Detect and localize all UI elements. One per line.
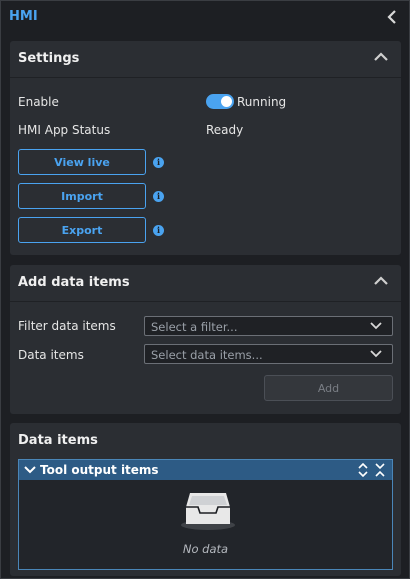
expand-group-button[interactable] [24,464,36,478]
empty-state-text: No data [182,542,229,556]
top-bar: HMI [1,1,409,34]
collapse-settings-button[interactable] [373,51,389,63]
data-items-placeholder: Select data items... [151,348,263,362]
data-items-label: Data items [18,348,84,362]
chevron-down-icon [370,322,382,330]
add-data-items-header[interactable]: Add data items [10,265,401,302]
data-items-title: Data items [18,433,98,448]
enable-state: Running [237,95,287,109]
view-live-info-icon[interactable]: i [153,157,164,168]
chevron-up-icon [374,276,388,285]
chevron-down-icon [370,350,382,358]
empty-inbox-icon [180,491,236,534]
collapse-add-items-button[interactable] [373,275,389,287]
chevron-left-icon [387,10,396,24]
add-button[interactable]: Add [264,375,393,401]
settings-panel: Settings Enable Running HMI App Status R… [10,41,401,255]
import-button[interactable]: Import [18,183,146,209]
status-value: Ready [206,123,244,137]
chevron-down-icon [24,466,36,474]
toggle-knob [221,96,232,107]
status-label: HMI App Status [18,123,111,137]
app-frame: HMI Settings Enable Running HMI App Stat… [0,0,410,579]
group-header[interactable]: Tool output items [19,460,392,480]
add-data-items-title: Add data items [18,275,130,290]
export-info-icon[interactable]: i [153,225,164,236]
group-title: Tool output items [40,463,159,477]
chevron-up-icon [374,52,388,61]
collapse-all-icon [375,463,385,477]
enable-toggle[interactable] [206,94,234,109]
sort-icon [358,462,368,478]
filter-select[interactable]: Select a filter... [144,316,393,336]
sort-button[interactable] [358,462,368,480]
data-items-select[interactable]: Select data items... [144,344,393,364]
filter-placeholder: Select a filter... [151,320,238,334]
add-data-items-panel: Add data items Filter data items Select … [10,265,401,414]
filter-label: Filter data items [18,319,116,333]
tool-output-group: Tool output items No data [18,459,393,570]
collapse-panel-button[interactable] [385,9,399,25]
import-info-icon[interactable]: i [153,191,164,202]
data-items-panel: Data items Tool output items No data [10,423,401,576]
view-live-button[interactable]: View live [18,149,146,175]
export-button[interactable]: Export [18,217,146,243]
settings-header[interactable]: Settings [10,41,401,78]
enable-label: Enable [18,95,59,109]
settings-title: Settings [18,51,80,66]
app-title: HMI [9,9,38,24]
collapse-all-button[interactable] [375,463,385,480]
